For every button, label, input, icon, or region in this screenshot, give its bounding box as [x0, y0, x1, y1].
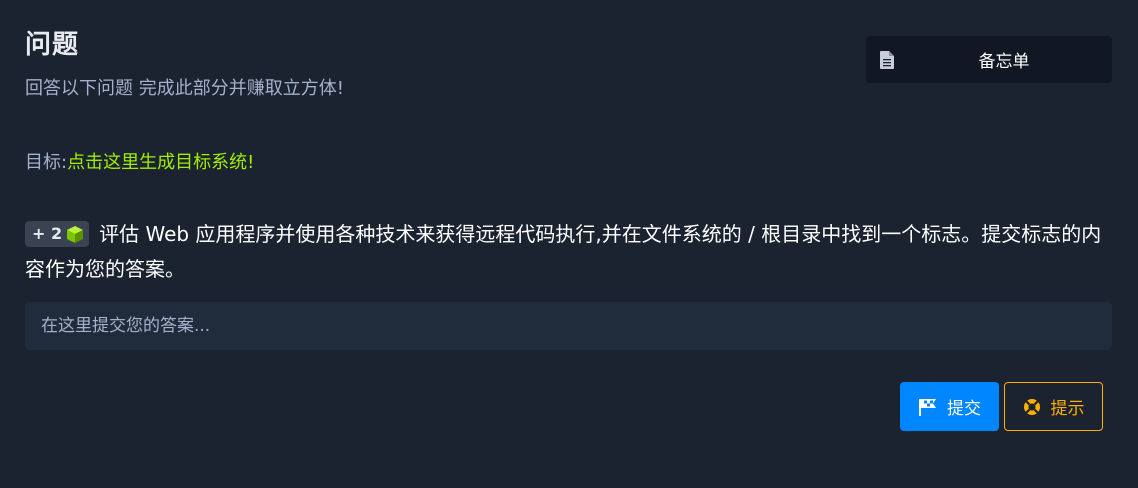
submit-label: 提交 [947, 399, 981, 419]
spawn-target-link[interactable]: 点击这里生成目标系统! [67, 152, 254, 173]
answer-input[interactable] [25, 302, 1112, 350]
submit-button[interactable]: 提交 [900, 382, 999, 431]
page-subtitle: 回答以下问题 完成此部分并赚取立方体! [25, 78, 344, 99]
question-text: 评估 Web 应用程序并使用各种技术来获得远程代码执行,并在文件系统的 / 根目… [25, 222, 1102, 281]
hint-button[interactable]: 提示 [1004, 382, 1103, 431]
flag-icon [919, 398, 936, 416]
document-icon [880, 51, 894, 69]
lifebuoy-icon [1023, 398, 1040, 415]
cheat-sheet-label: 备忘单 [978, 52, 1030, 72]
target-row: 目标:点击这里生成目标系统! [25, 148, 254, 174]
page-title: 问题 [25, 30, 80, 60]
points-badge: + 2 [25, 220, 90, 247]
target-label: 目标: [25, 152, 68, 173]
points-value: + 2 [32, 224, 63, 243]
cube-icon [67, 225, 84, 243]
question-block: + 2 评估 Web 应用程序并使用各种技术来获得远程代码执行,并在文件系统的 … [25, 217, 1115, 287]
cheat-sheet-button[interactable]: 备忘单 [866, 36, 1112, 83]
hint-label: 提示 [1050, 399, 1085, 419]
